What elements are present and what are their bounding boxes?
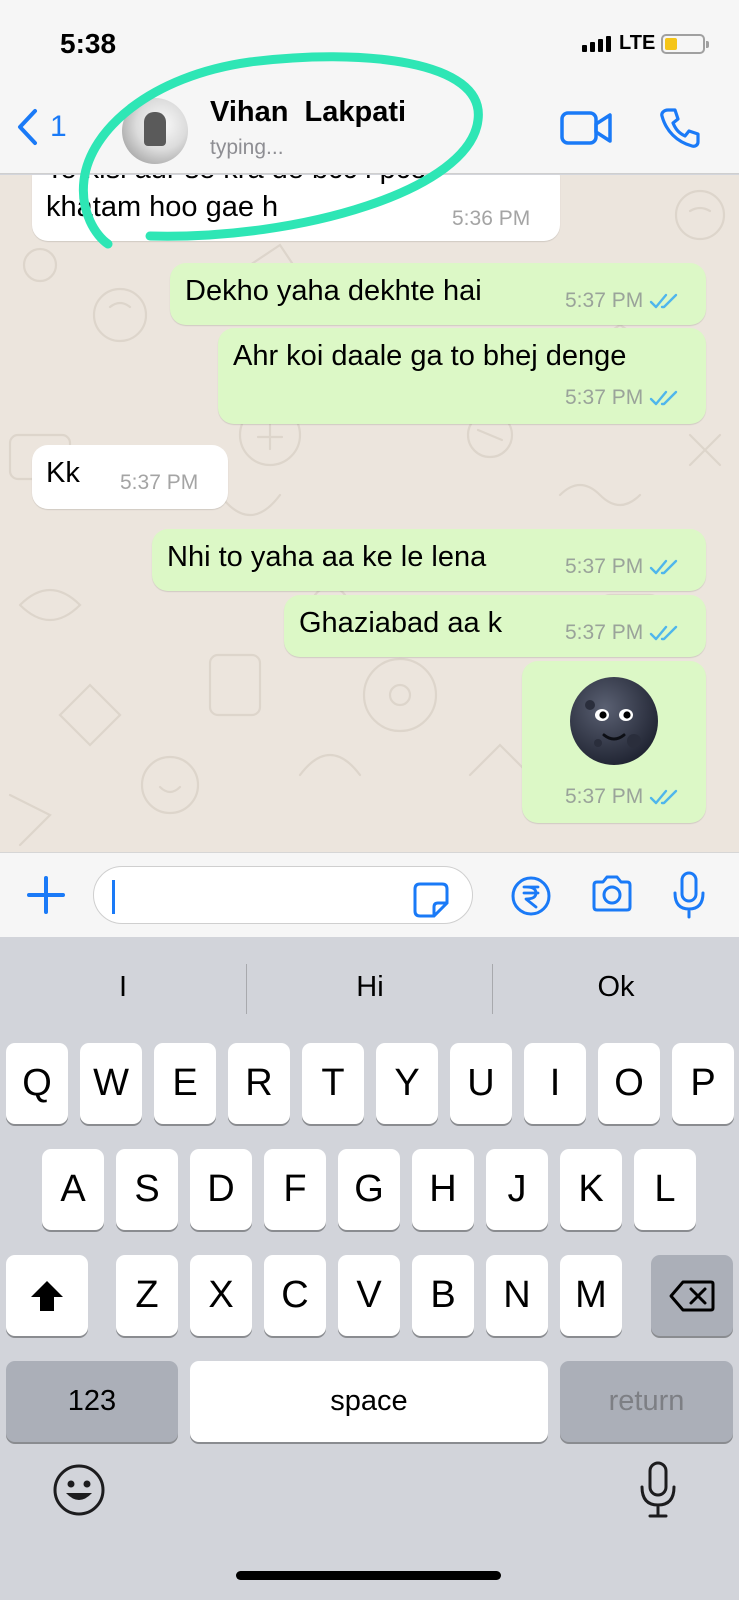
- key-t[interactable]: T: [302, 1043, 364, 1124]
- contact-name[interactable]: Vihan Lakpati: [210, 96, 406, 129]
- back-button[interactable]: 1: [16, 108, 67, 146]
- message-text: Ghaziabad aa k: [299, 607, 503, 639]
- message-text: Dekho yaha dekhte hai: [185, 275, 482, 307]
- message-time: 5:37 PM: [565, 289, 681, 313]
- key-c[interactable]: C: [264, 1255, 326, 1336]
- key-v[interactable]: V: [338, 1255, 400, 1336]
- message-text: Kk: [46, 457, 80, 489]
- contact-status: typing...: [210, 136, 284, 159]
- message-time: 5:37 PM: [565, 621, 681, 645]
- suggestion[interactable]: Ok: [493, 937, 739, 1037]
- message-time: 5:37 PM: [120, 471, 199, 494]
- message-input[interactable]: [93, 866, 473, 924]
- keyboard: I Hi Ok Q W E R T Y U I O P A S D F G H …: [0, 937, 739, 1600]
- return-key[interactable]: return: [560, 1361, 733, 1442]
- key-f[interactable]: F: [264, 1149, 326, 1230]
- message-outgoing-emoji[interactable]: 🌚 5:37 PM: [522, 661, 706, 823]
- key-n[interactable]: N: [486, 1255, 548, 1336]
- video-call-button[interactable]: [560, 110, 612, 151]
- voice-call-button[interactable]: [658, 106, 702, 155]
- status-bar: 5:38 LTE: [0, 0, 739, 86]
- key-e[interactable]: E: [154, 1043, 216, 1124]
- back-chevron-icon: [18, 109, 37, 145]
- key-d[interactable]: D: [190, 1149, 252, 1230]
- rupee-payment-icon: [511, 876, 551, 916]
- dictation-icon: [640, 1461, 676, 1518]
- plus-icon: [27, 876, 65, 914]
- message-outgoing[interactable]: Nhi to yaha aa ke le lena 5:37 PM: [152, 529, 706, 591]
- camera-icon: [592, 875, 632, 912]
- message-time: 5:36 PM: [452, 207, 531, 230]
- message-outgoing[interactable]: Dekho yaha dekhte hai 5:37 PM: [170, 263, 706, 325]
- camera-button[interactable]: [590, 875, 634, 918]
- video-call-icon: [560, 111, 612, 145]
- message-text: khatam hoo gae h: [46, 191, 279, 223]
- dictation-button[interactable]: [638, 1461, 678, 1524]
- message-time: 5:37 PM: [565, 386, 681, 410]
- sticker-button[interactable]: [412, 881, 450, 924]
- double-check-icon: [650, 789, 678, 805]
- home-indicator[interactable]: [236, 1571, 501, 1580]
- shift-key[interactable]: [6, 1255, 88, 1336]
- key-h[interactable]: H: [412, 1149, 474, 1230]
- double-check-icon: [650, 559, 678, 575]
- unread-count: 1: [50, 110, 67, 143]
- signal-icon: [582, 36, 611, 52]
- microphone-icon: [673, 871, 705, 919]
- key-o[interactable]: O: [598, 1043, 660, 1124]
- text-caret: [112, 880, 115, 914]
- key-w[interactable]: W: [80, 1043, 142, 1124]
- message-time: 5:37 PM: [565, 785, 681, 809]
- suggestion[interactable]: I: [0, 937, 246, 1037]
- status-time: 5:38: [60, 28, 117, 59]
- space-key[interactable]: space: [190, 1361, 548, 1442]
- numbers-key[interactable]: 123: [6, 1361, 178, 1442]
- message-input-bar: [0, 852, 739, 937]
- chat-header: 1 Vihan Lakpati typing...: [0, 86, 739, 174]
- emoji-keyboard-button[interactable]: [52, 1463, 106, 1522]
- voice-note-button[interactable]: [672, 871, 706, 924]
- key-y[interactable]: Y: [376, 1043, 438, 1124]
- chat-area[interactable]: To kisi aur se kra de bcc i pco khatam h…: [0, 175, 739, 852]
- key-u[interactable]: U: [450, 1043, 512, 1124]
- message-text: Ahr koi daale ga to bhej denge: [233, 340, 627, 372]
- battery-icon: [661, 34, 709, 54]
- sticker-icon: [413, 882, 449, 918]
- key-x[interactable]: X: [190, 1255, 252, 1336]
- key-r[interactable]: R: [228, 1043, 290, 1124]
- key-i[interactable]: I: [524, 1043, 586, 1124]
- key-p[interactable]: P: [672, 1043, 734, 1124]
- key-k[interactable]: K: [560, 1149, 622, 1230]
- message-outgoing[interactable]: Ahr koi daale ga to bhej denge 5:37 PM: [218, 328, 706, 424]
- key-l[interactable]: L: [634, 1149, 696, 1230]
- key-j[interactable]: J: [486, 1149, 548, 1230]
- suggestion[interactable]: Hi: [247, 937, 493, 1037]
- message-time: 5:37 PM: [565, 555, 681, 579]
- message-incoming[interactable]: To kisi aur se kra de bcc i pco khatam h…: [32, 175, 560, 241]
- key-g[interactable]: G: [338, 1149, 400, 1230]
- key-b[interactable]: B: [412, 1255, 474, 1336]
- message-incoming[interactable]: Kk 5:37 PM: [32, 445, 228, 509]
- payment-button[interactable]: [510, 875, 552, 922]
- key-m[interactable]: M: [560, 1255, 622, 1336]
- backspace-key[interactable]: [651, 1255, 733, 1336]
- attach-button[interactable]: [26, 875, 66, 920]
- key-z[interactable]: Z: [116, 1255, 178, 1336]
- phone-call-icon: [660, 108, 700, 148]
- network-label: LTE: [619, 32, 656, 54]
- message-outgoing[interactable]: Ghaziabad aa k 5:37 PM: [284, 595, 706, 657]
- message-text-partial: To kisi aur se kra de bcc i pco: [46, 175, 426, 186]
- avatar[interactable]: [122, 98, 188, 164]
- double-check-icon: [650, 625, 678, 641]
- backspace-icon: [669, 1280, 715, 1311]
- key-q[interactable]: Q: [6, 1043, 68, 1124]
- double-check-icon: [650, 390, 678, 406]
- new-moon-face-emoji: [570, 677, 658, 765]
- shift-icon: [31, 1280, 63, 1311]
- key-a[interactable]: A: [42, 1149, 104, 1230]
- double-check-icon: [650, 293, 678, 309]
- key-s[interactable]: S: [116, 1149, 178, 1230]
- emoji-icon: [53, 1464, 105, 1516]
- message-text: Nhi to yaha aa ke le lena: [167, 541, 487, 573]
